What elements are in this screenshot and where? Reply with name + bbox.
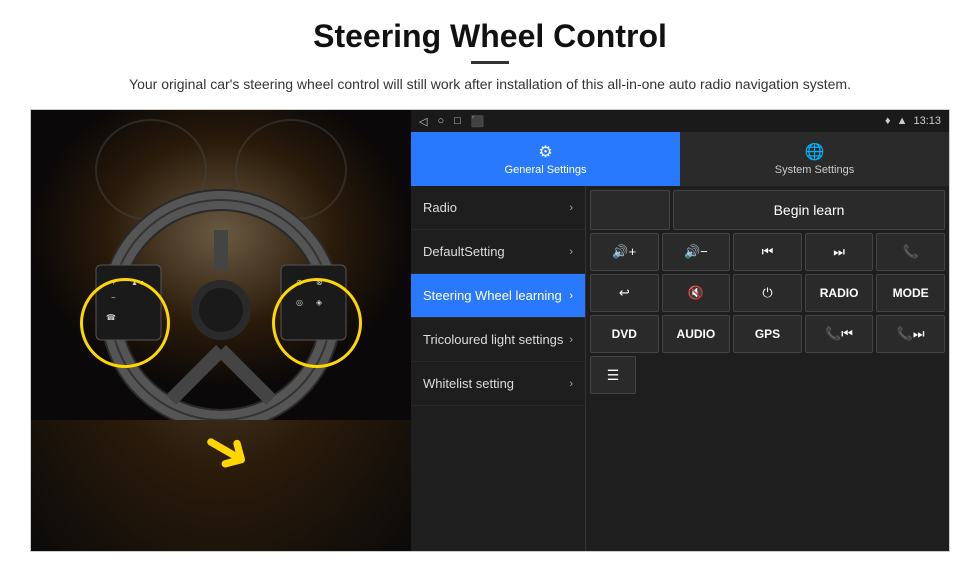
tab-general-settings[interactable]: ⚙ General Settings xyxy=(411,132,680,186)
back-icon: ◁ xyxy=(419,115,427,128)
dvd-button[interactable]: DVD xyxy=(590,315,659,353)
control-panel: Begin learn 🔊+ 🔊− ⏮ xyxy=(586,186,949,551)
status-bar-right: ♦ ▲ 13:13 xyxy=(885,115,941,127)
menu-whitelist-label: Whitelist setting xyxy=(423,376,569,391)
mute-icon: 🔇 xyxy=(688,285,704,301)
mode-label: MODE xyxy=(893,286,929,300)
power-icon: ⏻ xyxy=(762,285,772,301)
mode-button[interactable]: MODE xyxy=(876,274,945,312)
android-ui: ◁ ○ □ ⬛ ♦ ▲ 13:13 ⚙ General Settings xyxy=(411,110,949,551)
globe-icon: 🌐 xyxy=(805,142,825,162)
next-icon: ⏭ xyxy=(833,244,845,260)
recent-icon: □ xyxy=(454,115,461,127)
title-divider xyxy=(471,61,509,64)
main-content: Radio › DefaultSetting › Steering Wheel … xyxy=(411,186,949,551)
volume-down-icon: 🔊− xyxy=(684,244,708,260)
steering-wheel-svg: + − ▲▼ ☎ ⊕ ⊗ ◎ ◈ xyxy=(31,110,411,420)
tab-system-settings[interactable]: 🌐 System Settings xyxy=(680,132,949,186)
volume-up-icon: 🔊+ xyxy=(612,244,636,260)
volume-down-button[interactable]: 🔊− xyxy=(662,233,731,271)
menu-item-steering-wheel[interactable]: Steering Wheel learning › xyxy=(411,274,585,318)
control-row-3: ↩ 🔇 ⏻ RADIO MODE xyxy=(590,274,945,312)
chevron-right-icon: › xyxy=(569,246,573,258)
status-bar: ◁ ○ □ ⬛ ♦ ▲ 13:13 xyxy=(411,110,949,132)
menu-default-label: DefaultSetting xyxy=(423,244,569,259)
menu-item-whitelist[interactable]: Whitelist setting › xyxy=(411,362,585,406)
dvd-label: DVD xyxy=(612,327,637,341)
control-row-1: Begin learn xyxy=(590,190,945,230)
location-icon: ♦ xyxy=(885,115,891,127)
blank-display xyxy=(590,190,670,230)
menu-item-tricoloured[interactable]: Tricoloured light settings › xyxy=(411,318,585,362)
highlight-circle-right xyxy=(272,278,362,368)
prev-icon: ⏮ xyxy=(762,244,774,260)
audio-label: AUDIO xyxy=(677,327,716,341)
menu-radio-label: Radio xyxy=(423,200,569,215)
home-icon: ○ xyxy=(437,115,444,127)
next-track-button[interactable]: ⏭ xyxy=(805,233,874,271)
whitelist-button[interactable]: ☰ xyxy=(590,356,636,394)
chevron-right-icon: › xyxy=(569,334,573,346)
menu-item-default-setting[interactable]: DefaultSetting › xyxy=(411,230,585,274)
control-row-5: ☰ xyxy=(590,356,945,394)
page-subtitle: Your original car's steering wheel contr… xyxy=(129,74,851,95)
radio-button[interactable]: RADIO xyxy=(805,274,874,312)
end-call-button[interactable]: ↩ xyxy=(590,274,659,312)
chevron-right-icon: › xyxy=(569,290,573,302)
tab-system-label: System Settings xyxy=(775,164,854,176)
car-image-area: + − ▲▼ ☎ ⊕ ⊗ ◎ ◈ ➜ xyxy=(31,110,411,551)
gps-label: GPS xyxy=(755,327,780,341)
nav-tabs: ⚙ General Settings 🌐 System Settings xyxy=(411,132,949,186)
call-button[interactable]: 📞 xyxy=(876,233,945,271)
control-row-2: 🔊+ 🔊− ⏮ ⏭ 📞 xyxy=(590,233,945,271)
content-area: + − ▲▼ ☎ ⊕ ⊗ ◎ ◈ ➜ xyxy=(30,109,950,552)
tab-general-label: General Settings xyxy=(505,164,587,176)
call-prev-button[interactable]: 📞⏮ xyxy=(805,315,874,353)
gear-icon: ⚙ xyxy=(538,142,552,162)
begin-learn-button[interactable]: Begin learn xyxy=(673,190,945,230)
chevron-right-icon: › xyxy=(569,378,573,390)
menu-tricoloured-label: Tricoloured light settings xyxy=(423,332,569,347)
control-row-4: DVD AUDIO GPS 📞⏮ 📞⏭ xyxy=(590,315,945,353)
power-button[interactable]: ⏻ xyxy=(733,274,802,312)
screenshot-icon: ⬛ xyxy=(471,115,485,128)
call-next-button[interactable]: 📞⏭ xyxy=(876,315,945,353)
menu-item-radio[interactable]: Radio › xyxy=(411,186,585,230)
end-call-icon: ↩ xyxy=(619,285,630,301)
car-background: + − ▲▼ ☎ ⊕ ⊗ ◎ ◈ ➜ xyxy=(31,110,411,551)
sidebar-menu: Radio › DefaultSetting › Steering Wheel … xyxy=(411,186,586,551)
volume-up-button[interactable]: 🔊+ xyxy=(590,233,659,271)
gps-button[interactable]: GPS xyxy=(733,315,802,353)
radio-label: RADIO xyxy=(820,286,859,300)
highlight-circle-left xyxy=(80,278,170,368)
chevron-right-icon: › xyxy=(569,202,573,214)
status-bar-left: ◁ ○ □ ⬛ xyxy=(419,115,484,128)
page-title: Steering Wheel Control xyxy=(313,18,667,55)
status-time: 13:13 xyxy=(913,115,941,127)
prev-track-button[interactable]: ⏮ xyxy=(733,233,802,271)
call-next-icon: 📞⏭ xyxy=(897,326,925,342)
signal-icon: ▲ xyxy=(897,115,908,127)
call-prev-icon: 📞⏮ xyxy=(825,326,853,342)
mute-button[interactable]: 🔇 xyxy=(662,274,731,312)
page-wrapper: Steering Wheel Control Your original car… xyxy=(0,0,980,562)
audio-button[interactable]: AUDIO xyxy=(662,315,731,353)
phone-icon: 📞 xyxy=(903,244,919,260)
list-icon: ☰ xyxy=(607,367,620,384)
menu-steering-label: Steering Wheel learning xyxy=(423,288,569,303)
